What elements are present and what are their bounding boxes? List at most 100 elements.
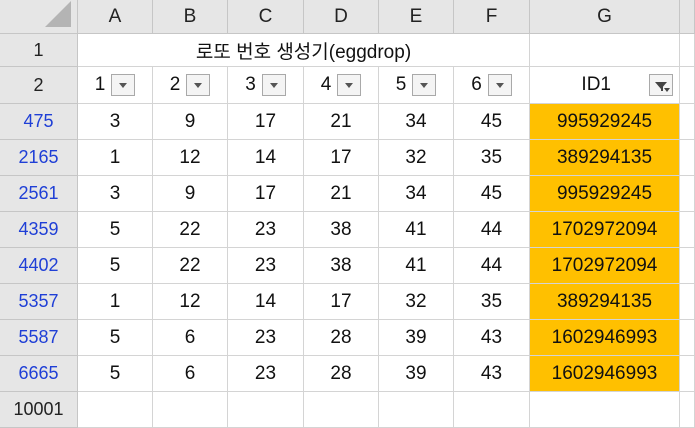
column-header-b[interactable]: B [153,0,228,34]
filter-dropdown-button[interactable] [186,74,211,96]
field-header-6[interactable]: 6 [454,67,530,104]
empty-cell[interactable] [228,392,304,428]
data-cell-g[interactable]: 1702972094 [530,212,680,248]
data-cell-d[interactable]: 17 [304,284,379,320]
row-header-1[interactable]: 1 [0,34,78,67]
data-cell-f[interactable]: 45 [454,176,530,212]
data-cell-f[interactable]: 43 [454,356,530,392]
data-cell-b[interactable]: 6 [153,356,228,392]
data-cell-g[interactable]: 389294135 [530,284,680,320]
row-header-2165[interactable]: 2165 [0,140,78,176]
data-cell-e[interactable]: 39 [379,356,454,392]
data-cell-a[interactable]: 1 [78,140,153,176]
field-header-7[interactable]: ID1 [530,67,680,104]
data-cell-d[interactable]: 17 [304,140,379,176]
field-header-3[interactable]: 3 [228,67,304,104]
data-cell-e[interactable]: 32 [379,284,454,320]
column-header-g[interactable]: G [530,0,680,34]
column-header-d[interactable]: D [304,0,379,34]
data-cell-b[interactable]: 12 [153,284,228,320]
row-header-475[interactable]: 475 [0,104,78,140]
sheet-title[interactable]: 로또 번호 생성기(eggdrop) [78,34,530,67]
data-cell-c[interactable]: 14 [228,284,304,320]
data-cell-f[interactable]: 44 [454,212,530,248]
field-header-1[interactable]: 1 [78,67,153,104]
data-cell-a[interactable]: 5 [78,248,153,284]
row-header-5357[interactable]: 5357 [0,284,78,320]
field-header-5[interactable]: 5 [379,67,454,104]
data-cell-b[interactable]: 6 [153,320,228,356]
row-header-6665[interactable]: 6665 [0,356,78,392]
data-cell-d[interactable]: 21 [304,176,379,212]
data-cell-d[interactable]: 28 [304,320,379,356]
data-cell-d[interactable]: 28 [304,356,379,392]
data-cell-c[interactable]: 23 [228,320,304,356]
cell-gutter-row [680,284,695,320]
row-header-4402[interactable]: 4402 [0,248,78,284]
data-cell-g[interactable]: 1602946993 [530,356,680,392]
filter-dropdown-button[interactable] [487,74,512,96]
column-header-a[interactable]: A [78,0,153,34]
data-cell-b[interactable]: 9 [153,176,228,212]
data-cell-e[interactable]: 34 [379,176,454,212]
filter-dropdown-button[interactable] [412,74,437,96]
select-all-corner[interactable] [0,0,78,34]
data-cell-a[interactable]: 5 [78,212,153,248]
filter-dropdown-button[interactable] [337,74,362,96]
active-filter-button[interactable] [649,74,673,96]
data-cell-a[interactable]: 5 [78,320,153,356]
chevron-down-icon [119,82,128,88]
row-header-2561[interactable]: 2561 [0,176,78,212]
row-header-2[interactable]: 2 [0,67,78,104]
empty-cell[interactable] [78,392,153,428]
field-header-2[interactable]: 2 [153,67,228,104]
data-cell-b[interactable]: 22 [153,212,228,248]
data-cell-g[interactable]: 1602946993 [530,320,680,356]
data-cell-e[interactable]: 32 [379,140,454,176]
data-cell-f[interactable]: 45 [454,104,530,140]
data-cell-d[interactable]: 21 [304,104,379,140]
field-header-4[interactable]: 4 [304,67,379,104]
data-cell-c[interactable]: 17 [228,176,304,212]
data-cell-e[interactable]: 41 [379,248,454,284]
empty-cell[interactable] [454,392,530,428]
data-cell-a[interactable]: 5 [78,356,153,392]
data-cell-b[interactable]: 9 [153,104,228,140]
row-header-5587[interactable]: 5587 [0,320,78,356]
data-cell-e[interactable]: 34 [379,104,454,140]
data-cell-b[interactable]: 12 [153,140,228,176]
data-cell-g[interactable]: 389294135 [530,140,680,176]
data-cell-e[interactable]: 39 [379,320,454,356]
data-cell-c[interactable]: 23 [228,356,304,392]
cell-g1[interactable] [530,34,680,67]
data-cell-f[interactable]: 35 [454,140,530,176]
data-cell-b[interactable]: 22 [153,248,228,284]
data-cell-e[interactable]: 41 [379,212,454,248]
empty-cell[interactable] [153,392,228,428]
data-cell-c[interactable]: 23 [228,212,304,248]
row-header-10001[interactable]: 10001 [0,392,78,428]
empty-cell[interactable] [530,392,680,428]
filter-dropdown-button[interactable] [111,74,136,96]
data-cell-f[interactable]: 35 [454,284,530,320]
column-header-c[interactable]: C [228,0,304,34]
data-cell-g[interactable]: 995929245 [530,104,680,140]
data-cell-a[interactable]: 3 [78,176,153,212]
data-cell-a[interactable]: 3 [78,104,153,140]
data-cell-f[interactable]: 44 [454,248,530,284]
column-header-e[interactable]: E [379,0,454,34]
data-cell-g[interactable]: 1702972094 [530,248,680,284]
empty-cell[interactable] [304,392,379,428]
data-cell-c[interactable]: 17 [228,104,304,140]
data-cell-f[interactable]: 43 [454,320,530,356]
empty-cell[interactable] [379,392,454,428]
column-header-f[interactable]: F [454,0,530,34]
data-cell-d[interactable]: 38 [304,212,379,248]
data-cell-g[interactable]: 995929245 [530,176,680,212]
data-cell-d[interactable]: 38 [304,248,379,284]
data-cell-a[interactable]: 1 [78,284,153,320]
filter-dropdown-button[interactable] [261,74,286,96]
data-cell-c[interactable]: 14 [228,140,304,176]
row-header-4359[interactable]: 4359 [0,212,78,248]
data-cell-c[interactable]: 23 [228,248,304,284]
